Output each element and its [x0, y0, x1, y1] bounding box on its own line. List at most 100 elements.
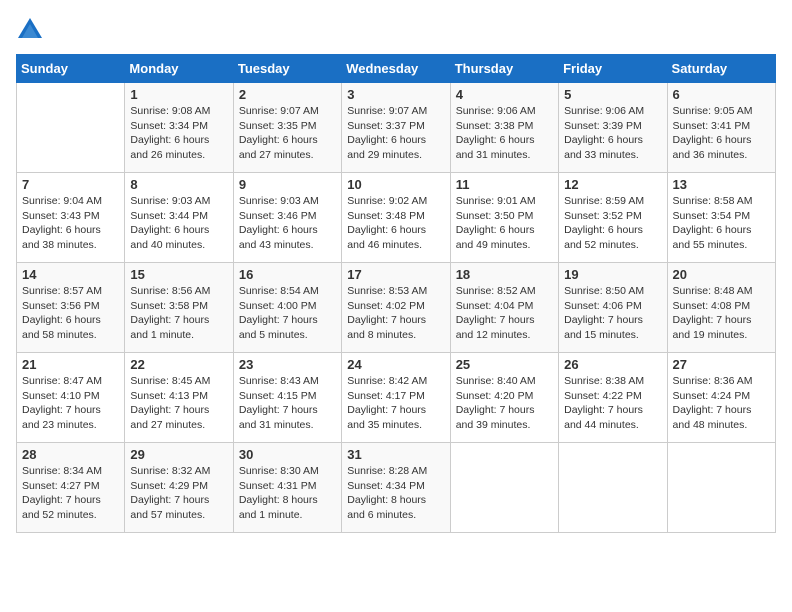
day-info: Sunrise: 8:58 AMSunset: 3:54 PMDaylight:… [673, 194, 770, 253]
day-number: 16 [239, 267, 336, 282]
day-number: 9 [239, 177, 336, 192]
weekday-header-row: SundayMondayTuesdayWednesdayThursdayFrid… [17, 55, 776, 83]
day-number: 8 [130, 177, 227, 192]
day-info: Sunrise: 8:52 AMSunset: 4:04 PMDaylight:… [456, 284, 553, 343]
day-info: Sunrise: 8:48 AMSunset: 4:08 PMDaylight:… [673, 284, 770, 343]
calendar-cell: 30 Sunrise: 8:30 AMSunset: 4:31 PMDayligh… [233, 443, 341, 533]
day-number: 19 [564, 267, 661, 282]
day-number: 20 [673, 267, 770, 282]
day-number: 18 [456, 267, 553, 282]
day-info: Sunrise: 9:06 AMSunset: 3:39 PMDaylight:… [564, 104, 661, 163]
calendar-cell: 21 Sunrise: 8:47 AMSunset: 4:10 PMDayligh… [17, 353, 125, 443]
calendar-cell: 6 Sunrise: 9:05 AMSunset: 3:41 PMDaylight… [667, 83, 775, 173]
calendar-cell: 14 Sunrise: 8:57 AMSunset: 3:56 PMDayligh… [17, 263, 125, 353]
calendar-cell [667, 443, 775, 533]
day-number: 29 [130, 447, 227, 462]
day-number: 10 [347, 177, 444, 192]
day-number: 13 [673, 177, 770, 192]
day-info: Sunrise: 8:32 AMSunset: 4:29 PMDaylight:… [130, 464, 227, 523]
calendar-cell: 27Sunrise: 8:36 AMSunset: 4:24 PMDayligh… [667, 353, 775, 443]
calendar-cell: 25 Sunrise: 8:40 AMSunset: 4:20 PMDayligh… [450, 353, 558, 443]
calendar-cell: 29 Sunrise: 8:32 AMSunset: 4:29 PMDayligh… [125, 443, 233, 533]
weekday-header-thursday: Thursday [450, 55, 558, 83]
day-number: 31 [347, 447, 444, 462]
day-info: Sunrise: 8:40 AMSunset: 4:20 PMDaylight:… [456, 374, 553, 433]
calendar-cell: 11Sunrise: 9:01 AMSunset: 3:50 PMDayligh… [450, 173, 558, 263]
day-number: 17 [347, 267, 444, 282]
day-info: Sunrise: 8:54 AMSunset: 4:00 PMDaylight:… [239, 284, 336, 343]
calendar-cell: 17 Sunrise: 8:53 AMSunset: 4:02 PMDayligh… [342, 263, 450, 353]
calendar-week-row: 7Sunrise: 9:04 AMSunset: 3:43 PMDaylight… [17, 173, 776, 263]
calendar-week-row: 28Sunrise: 8:34 AMSunset: 4:27 PMDayligh… [17, 443, 776, 533]
calendar-cell: 15 Sunrise: 8:56 AMSunset: 3:58 PMDayligh… [125, 263, 233, 353]
day-info: Sunrise: 9:07 AMSunset: 3:37 PMDaylight:… [347, 104, 444, 163]
calendar-cell: 2Sunrise: 9:07 AMSunset: 3:35 PMDaylight… [233, 83, 341, 173]
day-info: Sunrise: 9:08 AMSunset: 3:34 PMDaylight:… [130, 104, 227, 163]
day-info: Sunrise: 8:56 AMSunset: 3:58 PMDaylight:… [130, 284, 227, 343]
day-number: 22 [130, 357, 227, 372]
day-number: 15 [130, 267, 227, 282]
day-number: 6 [673, 87, 770, 102]
day-info: Sunrise: 9:04 AMSunset: 3:43 PMDaylight:… [22, 194, 119, 253]
page-header [16, 16, 776, 44]
logo [16, 16, 48, 44]
calendar-cell: 3 Sunrise: 9:07 AMSunset: 3:37 PMDaylight… [342, 83, 450, 173]
weekday-header-tuesday: Tuesday [233, 55, 341, 83]
calendar-cell: 16 Sunrise: 8:54 AMSunset: 4:00 PMDayligh… [233, 263, 341, 353]
calendar-week-row: 14 Sunrise: 8:57 AMSunset: 3:56 PMDayligh… [17, 263, 776, 353]
calendar-cell: 7Sunrise: 9:04 AMSunset: 3:43 PMDaylight… [17, 173, 125, 263]
day-info: Sunrise: 9:03 AMSunset: 3:46 PMDaylight:… [239, 194, 336, 253]
calendar-cell: 19 Sunrise: 8:50 AMSunset: 4:06 PMDayligh… [559, 263, 667, 353]
day-number: 14 [22, 267, 119, 282]
day-info: Sunrise: 9:05 AMSunset: 3:41 PMDaylight:… [673, 104, 770, 163]
calendar-week-row: 21 Sunrise: 8:47 AMSunset: 4:10 PMDayligh… [17, 353, 776, 443]
day-number: 21 [22, 357, 119, 372]
day-info: Sunrise: 8:59 AMSunset: 3:52 PMDaylight:… [564, 194, 661, 253]
calendar-cell: 28Sunrise: 8:34 AMSunset: 4:27 PMDayligh… [17, 443, 125, 533]
day-info: Sunrise: 8:47 AMSunset: 4:10 PMDaylight:… [22, 374, 119, 433]
day-number: 28 [22, 447, 119, 462]
calendar-cell: 13 Sunrise: 8:58 AMSunset: 3:54 PMDayligh… [667, 173, 775, 263]
weekday-header-saturday: Saturday [667, 55, 775, 83]
calendar-cell: 31 Sunrise: 8:28 AMSunset: 4:34 PMDayligh… [342, 443, 450, 533]
day-number: 27 [673, 357, 770, 372]
day-info: Sunrise: 8:30 AMSunset: 4:31 PMDaylight:… [239, 464, 336, 523]
calendar-cell: 22 Sunrise: 8:45 AMSunset: 4:13 PMDayligh… [125, 353, 233, 443]
day-info: Sunrise: 8:28 AMSunset: 4:34 PMDaylight:… [347, 464, 444, 523]
day-info: Sunrise: 9:01 AMSunset: 3:50 PMDaylight:… [456, 194, 553, 253]
calendar-table: SundayMondayTuesdayWednesdayThursdayFrid… [16, 54, 776, 533]
day-info: Sunrise: 8:42 AMSunset: 4:17 PMDaylight:… [347, 374, 444, 433]
calendar-cell: 10Sunrise: 9:02 AMSunset: 3:48 PMDayligh… [342, 173, 450, 263]
day-number: 3 [347, 87, 444, 102]
day-info: Sunrise: 9:07 AMSunset: 3:35 PMDaylight:… [239, 104, 336, 163]
calendar-week-row: 1Sunrise: 9:08 AMSunset: 3:34 PMDaylight… [17, 83, 776, 173]
day-info: Sunrise: 8:57 AMSunset: 3:56 PMDaylight:… [22, 284, 119, 343]
day-info: Sunrise: 8:53 AMSunset: 4:02 PMDaylight:… [347, 284, 444, 343]
calendar-cell: 4Sunrise: 9:06 AMSunset: 3:38 PMDaylight… [450, 83, 558, 173]
day-info: Sunrise: 9:06 AMSunset: 3:38 PMDaylight:… [456, 104, 553, 163]
calendar-cell [17, 83, 125, 173]
weekday-header-friday: Friday [559, 55, 667, 83]
day-info: Sunrise: 8:43 AMSunset: 4:15 PMDaylight:… [239, 374, 336, 433]
weekday-header-sunday: Sunday [17, 55, 125, 83]
day-info: Sunrise: 8:38 AMSunset: 4:22 PMDaylight:… [564, 374, 661, 433]
weekday-header-wednesday: Wednesday [342, 55, 450, 83]
calendar-cell [559, 443, 667, 533]
calendar-cell: 1Sunrise: 9:08 AMSunset: 3:34 PMDaylight… [125, 83, 233, 173]
day-number: 5 [564, 87, 661, 102]
calendar-cell: 26 Sunrise: 8:38 AMSunset: 4:22 PMDayligh… [559, 353, 667, 443]
calendar-cell: 20 Sunrise: 8:48 AMSunset: 4:08 PMDayligh… [667, 263, 775, 353]
calendar-cell: 9 Sunrise: 9:03 AMSunset: 3:46 PMDaylight… [233, 173, 341, 263]
day-number: 25 [456, 357, 553, 372]
weekday-header-monday: Monday [125, 55, 233, 83]
day-info: Sunrise: 9:03 AMSunset: 3:44 PMDaylight:… [130, 194, 227, 253]
day-info: Sunrise: 8:45 AMSunset: 4:13 PMDaylight:… [130, 374, 227, 433]
day-number: 12 [564, 177, 661, 192]
day-number: 30 [239, 447, 336, 462]
calendar-cell: 8 Sunrise: 9:03 AMSunset: 3:44 PMDaylight… [125, 173, 233, 263]
day-info: Sunrise: 8:50 AMSunset: 4:06 PMDaylight:… [564, 284, 661, 343]
calendar-cell: 12 Sunrise: 8:59 AMSunset: 3:52 PMDayligh… [559, 173, 667, 263]
day-number: 26 [564, 357, 661, 372]
day-number: 23 [239, 357, 336, 372]
calendar-cell: 23 Sunrise: 8:43 AMSunset: 4:15 PMDayligh… [233, 353, 341, 443]
